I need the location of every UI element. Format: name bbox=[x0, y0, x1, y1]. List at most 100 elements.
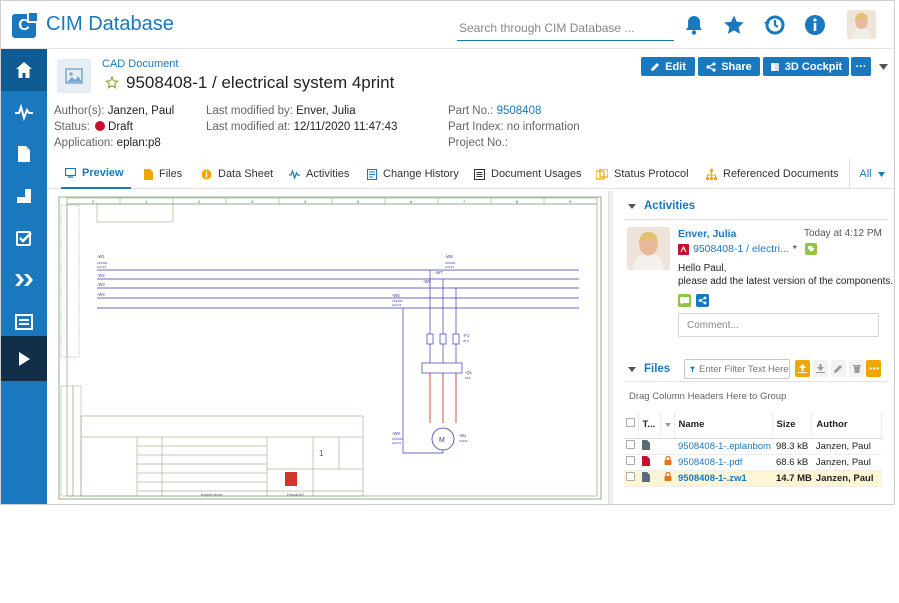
column-header-type[interactable]: T... bbox=[638, 411, 661, 439]
user-avatar[interactable] bbox=[847, 10, 876, 39]
upload-button[interactable] bbox=[795, 360, 810, 377]
select-all-checkbox[interactable] bbox=[626, 418, 635, 428]
tab-change-history[interactable]: Change History bbox=[363, 159, 463, 189]
bell-icon[interactable] bbox=[682, 13, 706, 37]
wire-spec: 2x0.64 bbox=[97, 265, 106, 269]
files-header[interactable]: Files bbox=[628, 363, 670, 375]
edit-file-button[interactable] bbox=[831, 360, 846, 377]
search-input[interactable] bbox=[457, 17, 674, 39]
row-checkbox[interactable] bbox=[626, 440, 635, 449]
tab-all-label: All bbox=[859, 168, 872, 180]
tab-referenced-documents[interactable]: Referenced Documents bbox=[702, 159, 843, 189]
row-checkbox[interactable] bbox=[626, 472, 635, 481]
status-dot bbox=[95, 121, 106, 131]
search-box bbox=[457, 17, 674, 41]
part-no-link[interactable]: 9508408 bbox=[497, 105, 542, 117]
tag-icon[interactable] bbox=[804, 243, 817, 255]
comment-input[interactable] bbox=[678, 313, 879, 337]
copied-by-text: Kopiert durch bbox=[201, 493, 222, 497]
meta-status: Status: Draft bbox=[54, 121, 133, 133]
tab-files[interactable]: Files bbox=[140, 159, 186, 189]
tab-activities[interactable]: Activities bbox=[285, 159, 353, 189]
sidebar-item-activity[interactable] bbox=[1, 91, 47, 133]
activity-author-link[interactable]: Enver, Julia bbox=[678, 228, 736, 240]
activity-time: Today at 4:12 PM bbox=[804, 228, 882, 239]
preview-pane[interactable]: 0 1 2 3 4 5 6 7 8 9 -W1 2X0200 2x0.64 -W… bbox=[47, 191, 609, 504]
activities-header[interactable]: Activities bbox=[628, 200, 695, 212]
modified-at-value: 12/11/2020 11:47:43 bbox=[293, 121, 398, 133]
info-icon[interactable] bbox=[803, 13, 827, 37]
comment-button[interactable] bbox=[678, 294, 691, 307]
file-type-icon bbox=[642, 471, 650, 482]
edit-button[interactable]: Edit bbox=[641, 57, 695, 76]
column-header-author[interactable]: Author bbox=[811, 411, 882, 439]
3d-cockpit-button[interactable]: 3D Cockpit bbox=[763, 57, 849, 76]
file-size: 98.3 kB bbox=[772, 438, 812, 455]
file-icon bbox=[144, 168, 153, 180]
activity-message: please add the latest version of the com… bbox=[678, 276, 894, 287]
column-header-size[interactable]: Size bbox=[772, 411, 813, 439]
wire-label: -W2 bbox=[97, 273, 105, 278]
tab-document-usages[interactable]: Document Usages bbox=[470, 159, 586, 189]
application-value: eplan:p8 bbox=[116, 137, 161, 149]
column-header-name[interactable]: Name bbox=[674, 411, 773, 439]
usages-icon bbox=[474, 168, 485, 180]
delete-file-button[interactable] bbox=[849, 360, 864, 377]
app-logo[interactable]: C bbox=[12, 11, 39, 38]
sidebar-item-home[interactable] bbox=[1, 49, 47, 91]
tab-status-protocol[interactable]: Status Protocol bbox=[592, 159, 693, 189]
download-button[interactable] bbox=[813, 360, 828, 377]
chevron-down-icon[interactable] bbox=[879, 64, 888, 70]
modified-at-label: Last modified at: bbox=[206, 121, 291, 133]
modified-by-value: Enver, Julia bbox=[296, 105, 356, 117]
tab-data-sheet[interactable]: Data Sheet bbox=[197, 159, 277, 189]
sidebar-item-parts[interactable] bbox=[1, 175, 47, 217]
column-header-lock[interactable] bbox=[660, 411, 675, 439]
activity-document-link[interactable]: 9508408-1 / electri... * bbox=[678, 243, 817, 255]
status-label: Status: bbox=[54, 121, 90, 133]
authors-value: Janzen, Paul bbox=[107, 105, 175, 117]
sidebar-item-documents[interactable] bbox=[1, 133, 47, 175]
favorite-star-icon[interactable] bbox=[105, 76, 119, 90]
sheet-number: 1 bbox=[319, 449, 324, 458]
pane-splitter[interactable] bbox=[608, 191, 613, 504]
select-all-header[interactable] bbox=[624, 411, 639, 439]
sidebar-item-play[interactable] bbox=[1, 336, 47, 381]
tab-data-sheet-label: Data Sheet bbox=[218, 168, 274, 180]
star-icon[interactable] bbox=[722, 13, 746, 37]
share-activity-button[interactable] bbox=[696, 294, 709, 307]
tab-bar: Preview Files Data Sheet Activities Chan… bbox=[47, 159, 894, 189]
sidebar-item-workflows[interactable] bbox=[1, 259, 47, 301]
lock-icon bbox=[664, 471, 672, 481]
chevron-down-icon bbox=[877, 171, 885, 177]
component-label: -F1 bbox=[463, 333, 470, 338]
document-type-link[interactable]: CAD Document bbox=[102, 58, 178, 70]
table-row[interactable]: 9508408-1-.pdf 68.6 kB Janzen, Paul bbox=[624, 454, 882, 471]
sidebar-item-tasks[interactable] bbox=[1, 217, 47, 259]
info-circle-icon bbox=[201, 169, 212, 179]
more-actions-button[interactable]: ··· bbox=[851, 57, 871, 76]
tab-preview[interactable]: Preview bbox=[61, 159, 131, 189]
meta-modified-by: Last modified by: Enver, Julia bbox=[206, 105, 356, 117]
file-name-link[interactable]: 9508408-1-.pdf bbox=[674, 454, 772, 471]
files-title: Files bbox=[644, 363, 671, 375]
share-button[interactable]: Share bbox=[698, 57, 760, 76]
file-name-link[interactable]: 9508408-1-.eplanbom bbox=[674, 438, 772, 455]
table-row[interactable]: 9508408-1-.zw1 14.7 MB Janzen, Paul bbox=[624, 470, 882, 487]
document-icon bbox=[18, 146, 30, 162]
motor-symbol: M bbox=[439, 437, 445, 444]
schematic-drawing: 0 1 2 3 4 5 6 7 8 9 -W1 2X0200 2x0.64 -W… bbox=[58, 196, 602, 500]
authors-label: Author(s): bbox=[54, 105, 105, 117]
table-header-row: T... Name Size Author bbox=[624, 411, 882, 439]
file-name-link[interactable]: 9508408-1-.zw1 bbox=[674, 470, 772, 487]
files-filter-input[interactable] bbox=[699, 363, 789, 375]
row-checkbox[interactable] bbox=[626, 456, 635, 465]
tab-change-history-label: Change History bbox=[383, 168, 459, 180]
history-icon[interactable] bbox=[762, 13, 786, 37]
wire-spec: 2x0.64 bbox=[392, 303, 401, 307]
drawing-logo bbox=[285, 472, 297, 486]
tab-all-dropdown[interactable]: All bbox=[849, 159, 894, 189]
activity-document-suffix: * bbox=[792, 243, 797, 255]
more-files-button[interactable] bbox=[866, 360, 881, 377]
table-row[interactable]: 9508408-1-.eplanbom 98.3 kB Janzen, Paul bbox=[624, 438, 882, 455]
